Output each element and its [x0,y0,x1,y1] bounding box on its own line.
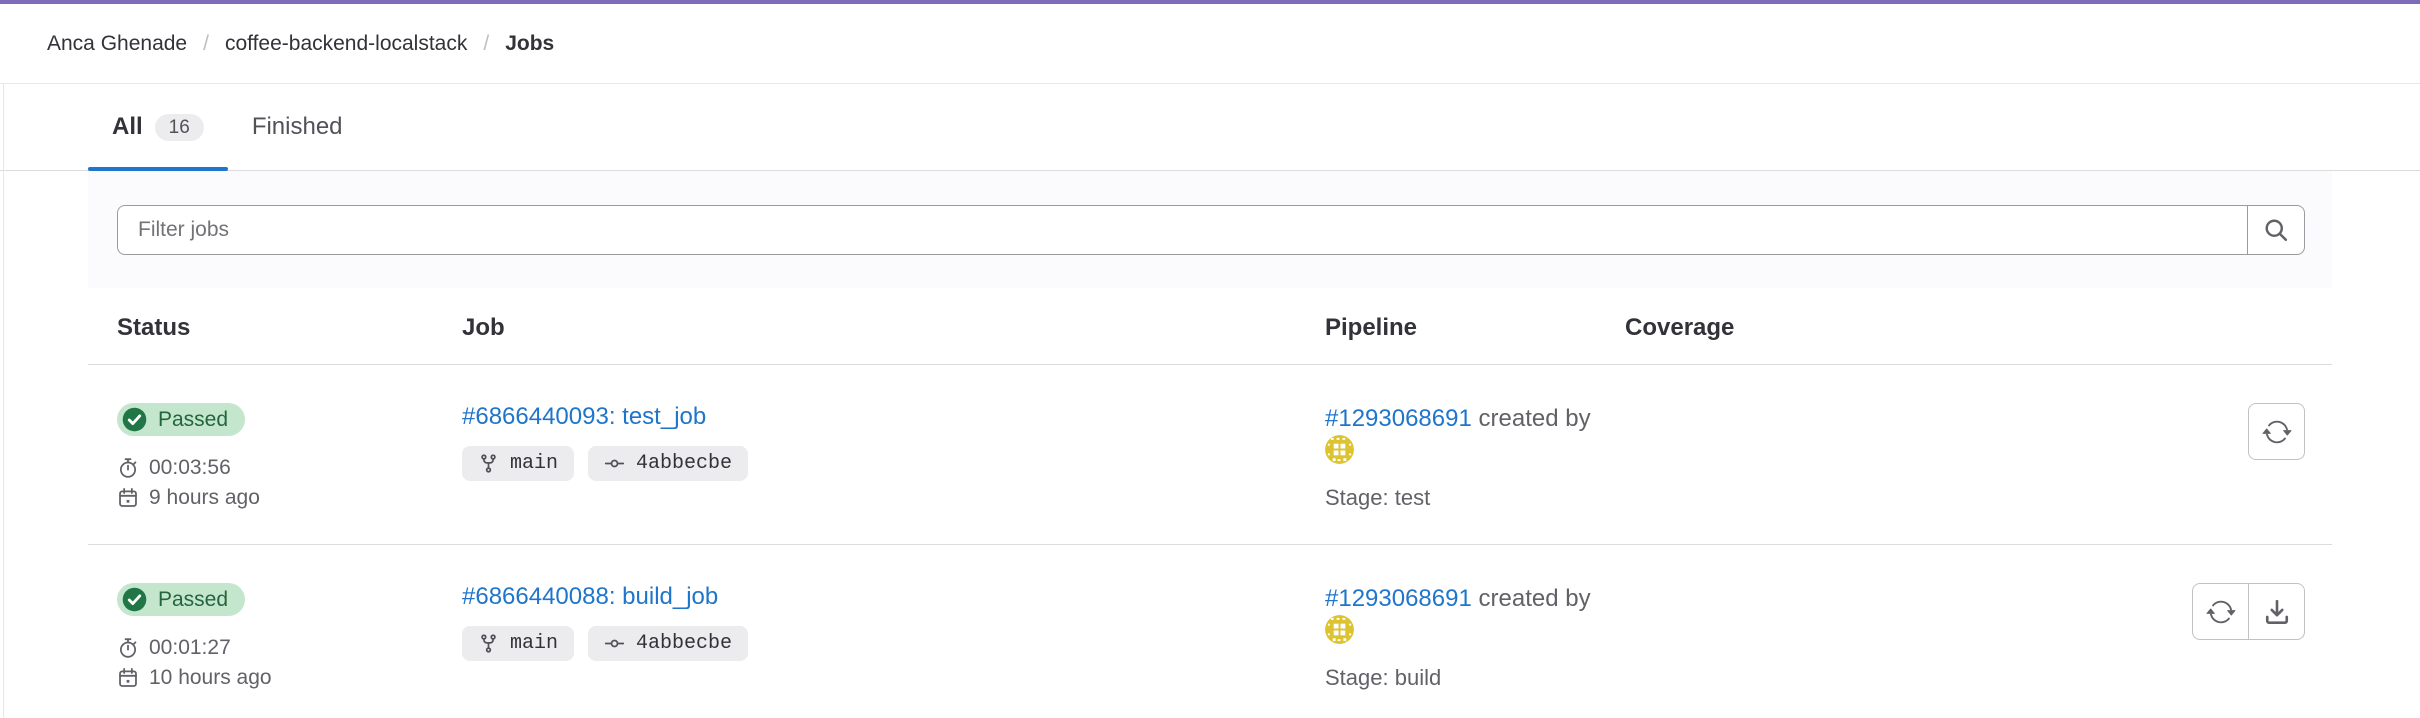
commit-icon [604,453,625,474]
job-finished-at: 9 hours ago [117,483,462,513]
commit-sha: 4abbecbe [636,632,732,655]
header-job: Job [462,288,1325,364]
avatar-icon [1325,435,1354,464]
job-cell: #6866440093: test_job main 4abbecbe [462,365,1325,544]
job-finished-at-value: 10 hours ago [149,663,272,693]
jobs-table: Status Job Pipeline Coverage Passed 00:0… [88,288,2332,718]
coverage-cell [1625,365,1965,544]
tab-all-label: All [112,113,143,141]
coverage-cell [1625,545,1965,718]
job-duration: 00:03:56 [117,453,462,483]
pipeline-cell: #1293068691 created by Stage: test [1325,365,1625,544]
pipeline-created-by-text: created by [1479,585,1591,612]
breadcrumb-group-link[interactable]: Anca Ghenade [47,32,187,56]
pipeline-info: #1293068691 created by [1325,403,1625,467]
commit-sha: 4abbecbe [636,452,732,475]
tab-all-count-badge: 16 [155,114,204,141]
breadcrumb-separator: / [483,32,489,56]
actions-cell [1965,365,2332,544]
branch-tag[interactable]: main [462,626,574,661]
status-badge: Passed [117,403,245,436]
job-finished-at: 10 hours ago [117,663,462,693]
search-button[interactable] [2247,205,2305,255]
job-tags: main 4abbecbe [462,626,1325,661]
job-finished-at-value: 9 hours ago [149,483,260,513]
table-header-row: Status Job Pipeline Coverage [88,288,2332,365]
status-passed-icon [121,406,148,433]
job-duration-value: 00:03:56 [149,453,231,483]
retry-icon [2262,417,2292,447]
duration-icon [117,637,139,659]
table-row: Passed 00:01:27 10 hours ago #6866440088… [88,545,2332,718]
avatar-icon [1325,615,1354,644]
download-artifacts-button[interactable] [2248,583,2305,640]
header-pipeline: Pipeline [1325,288,1625,364]
status-badge-label: Passed [158,406,228,433]
pipeline-link[interactable]: #1293068691 [1325,405,1472,432]
breadcrumb-project-link[interactable]: coffee-backend-localstack [225,32,467,56]
commit-icon [604,633,625,654]
branch-icon [478,453,499,474]
header-coverage: Coverage [1625,288,1965,364]
actions-cell [1965,545,2332,718]
pipeline-info: #1293068691 created by [1325,583,1625,647]
job-tags: main 4abbecbe [462,446,1325,481]
commit-tag[interactable]: 4abbecbe [588,626,748,661]
status-cell: Passed 00:01:27 10 hours ago [88,545,462,718]
pipeline-stage: Stage: build [1325,665,1625,691]
job-duration: 00:01:27 [117,633,462,663]
tab-all[interactable]: All 16 [88,84,228,170]
retry-job-button[interactable] [2192,583,2249,640]
actions-button-group [2192,583,2305,640]
branch-icon [478,633,499,654]
pipeline-cell: #1293068691 created by Stage: build [1325,545,1625,718]
tab-finished[interactable]: Finished [228,84,367,170]
pipeline-creator-avatar[interactable] [1325,435,1354,464]
job-duration-value: 00:01:27 [149,633,231,663]
pipeline-stage: Stage: test [1325,485,1625,511]
tab-finished-label: Finished [252,113,343,141]
pipeline-link[interactable]: #1293068691 [1325,585,1472,612]
job-cell: #6866440088: build_job main 4abbecbe [462,545,1325,718]
table-row: Passed 00:03:56 9 hours ago #6866440093:… [88,365,2332,545]
job-link[interactable]: #6866440088: build_job [462,583,718,610]
finished-at-icon [117,667,139,689]
filter-jobs-input[interactable] [117,205,2247,255]
status-cell: Passed 00:03:56 9 hours ago [88,365,462,544]
branch-name: main [510,632,558,655]
filter-group [117,205,2305,255]
breadcrumb: Anca Ghenade / coffee-backend-localstack… [0,4,2420,84]
commit-tag[interactable]: 4abbecbe [588,446,748,481]
jobs-tabs: All 16 Finished [0,84,2420,171]
header-status: Status [88,288,462,364]
branch-name: main [510,452,558,475]
pipeline-creator-avatar[interactable] [1325,615,1354,644]
status-passed-icon [121,586,148,613]
filter-bar [88,171,2332,288]
status-badge-label: Passed [158,586,228,613]
breadcrumb-separator: / [203,32,209,56]
header-actions [1965,288,2332,364]
status-badge: Passed [117,583,245,616]
retry-icon [2206,597,2236,627]
download-icon [2262,597,2292,627]
job-link[interactable]: #6866440093: test_job [462,403,706,430]
finished-at-icon [117,487,139,509]
retry-job-button[interactable] [2248,403,2305,460]
breadcrumb-current-jobs[interactable]: Jobs [505,32,554,56]
left-panel-edge [3,84,4,718]
duration-icon [117,457,139,479]
search-icon [2262,216,2290,244]
pipeline-created-by-text: created by [1479,405,1591,432]
branch-tag[interactable]: main [462,446,574,481]
